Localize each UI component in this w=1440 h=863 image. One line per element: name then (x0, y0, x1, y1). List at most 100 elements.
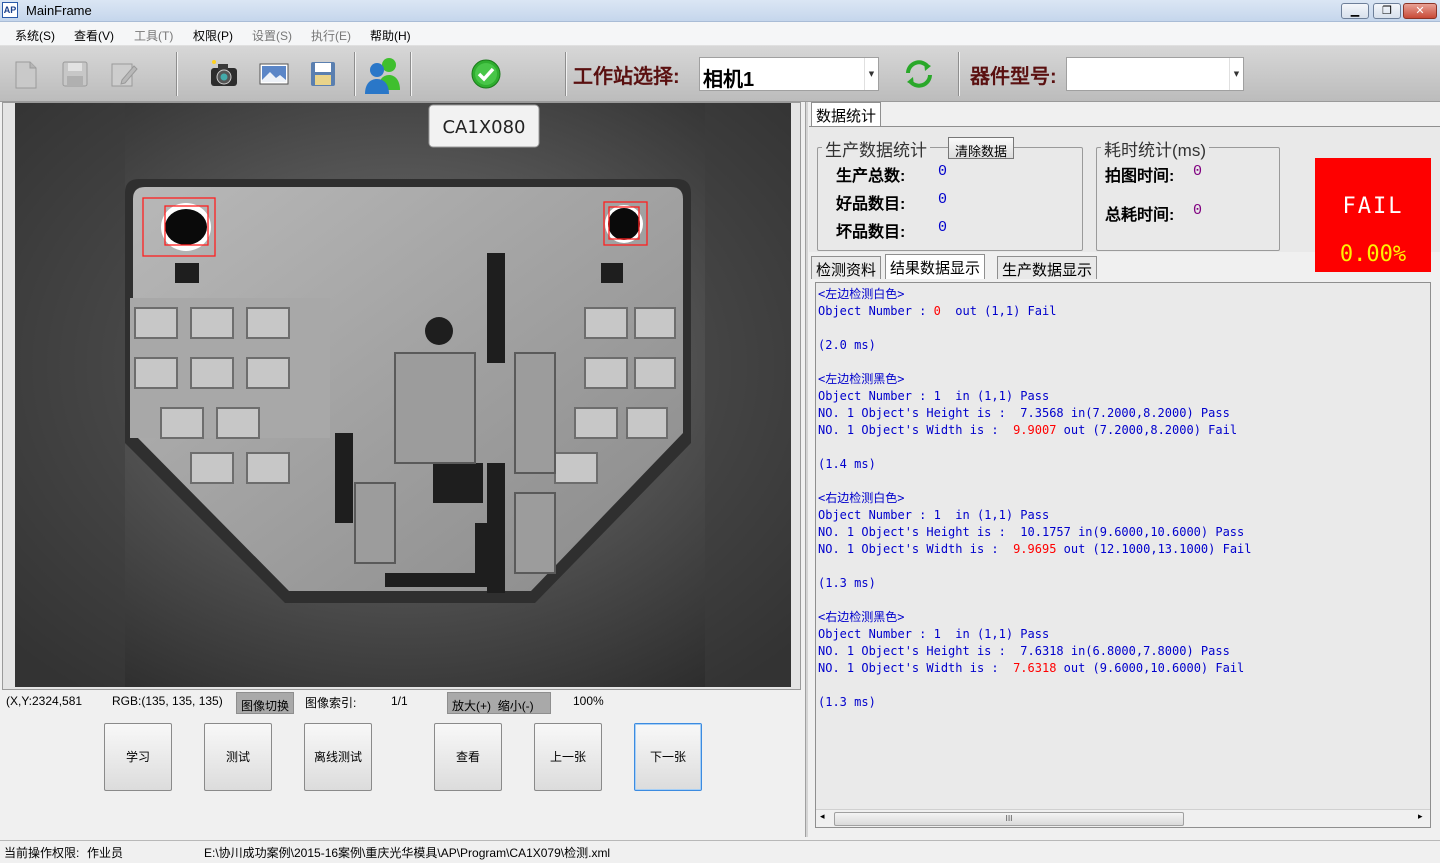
log-text: NO. 1 Object's Height is : 7.3568 in(7.2… (818, 406, 1230, 420)
log-line (818, 473, 1428, 490)
menu-tools[interactable]: 工具(T) (134, 27, 173, 44)
permission-label: 当前操作权限: (4, 846, 80, 860)
tab-inspection-data[interactable]: 检测资料 (811, 256, 882, 279)
log-line: (1.3 ms) (818, 694, 1428, 711)
inspection-image: CA1X080 (15, 103, 791, 687)
log-text: (2.0 ms) (818, 338, 876, 352)
next-image-button[interactable]: 下一张 (634, 723, 702, 791)
users-icon[interactable] (362, 54, 404, 96)
part-label: 器件型号: (970, 66, 1057, 88)
status-bar: 当前操作权限: 作业员 E:\协川成功案例\2015-16案例\重庆光华模具\A… (0, 840, 1440, 863)
log-fail-value: 7.6318 (1013, 661, 1057, 675)
log-text: NO. 1 Object's Height is : 10.1757 in(9.… (818, 525, 1245, 539)
image-icon[interactable] (258, 58, 290, 90)
log-text: (1.3 ms) (818, 576, 876, 590)
log-line: Object Number : 1 in (1,1) Pass (818, 388, 1428, 405)
coord-readout: (X,Y:2324,581 (6, 694, 83, 708)
capture-time-label: 拍图时间: (1105, 168, 1175, 185)
toolbar: 工作站选择: 相机1 ▼ 器件型号: ▼ (0, 46, 1440, 102)
total-time-label: 总耗时间: (1105, 207, 1175, 224)
save-icon[interactable] (59, 58, 91, 90)
log-line: Object Number : 1 in (1,1) Pass (818, 626, 1428, 643)
learn-button[interactable]: 学习 (104, 723, 172, 791)
log-text: <左边检测黑色> (818, 372, 905, 386)
minimize-button[interactable]: ▁ (1341, 3, 1369, 19)
log-line: <左边检测白色> (818, 286, 1428, 303)
toolbar-separator (354, 52, 356, 96)
log-text: out (1,1) Fail (940, 304, 1057, 318)
tab-production-display[interactable]: 生产数据显示 (997, 256, 1098, 279)
station-label: 工作站选择: (573, 66, 680, 88)
maximize-button[interactable]: ❐ (1373, 3, 1401, 19)
result-log-panel: <左边检测白色> Object Number : 0 out (1,1) Fail… (815, 282, 1431, 828)
chevron-down-icon[interactable]: ▼ (1229, 58, 1243, 90)
log-line: NO. 1 Object's Width is : 9.9007 out (7.… (818, 422, 1428, 439)
zoom-group: 放大(+) 缩小(-) (447, 692, 551, 714)
menu-system[interactable]: 系统(S) (15, 27, 55, 44)
log-text: Object Number : 1 in (1,1) Pass (818, 627, 1050, 641)
part-select[interactable]: ▼ (1066, 57, 1244, 91)
log-line: <左边检测黑色> (818, 371, 1428, 388)
toolbar-separator (176, 52, 178, 96)
image-viewport[interactable]: CA1X080 (15, 103, 791, 687)
log-line: <右边检测白色> (818, 490, 1428, 507)
title-bar[interactable]: AP MainFrame ▁ ❐ ✕ (0, 0, 1440, 22)
image-index-label: 图像索引: (305, 696, 357, 710)
new-doc-icon[interactable] (10, 58, 42, 90)
tab-result-display[interactable]: 结果数据显示 (885, 254, 986, 279)
edit-icon[interactable] (108, 58, 140, 90)
result-log[interactable]: <左边检测白色> Object Number : 0 out (1,1) Fail… (816, 283, 1430, 809)
scroll-right-icon[interactable]: ▸ (1418, 812, 1423, 822)
part-id-label: CA1X080 (442, 117, 525, 138)
toolbar-separator (958, 52, 960, 96)
clear-data-button[interactable]: 清除数据 (948, 137, 1015, 159)
save-image-icon[interactable] (307, 58, 339, 90)
result-indicator: FAIL 0.00% (1315, 158, 1431, 272)
log-line (818, 320, 1428, 337)
splitter[interactable] (805, 102, 808, 837)
bad-count-label: 坏品数目: (836, 224, 906, 241)
prev-image-button[interactable]: 上一张 (534, 723, 602, 791)
scrollbar-thumb[interactable]: III (834, 812, 1184, 826)
menu-execute[interactable]: 执行(E) (311, 27, 351, 44)
image-switch-button[interactable]: 图像切换 (236, 692, 295, 714)
menu-settings[interactable]: 设置(S) (252, 27, 292, 44)
menu-help[interactable]: 帮助(H) (370, 27, 411, 44)
view-button[interactable]: 查看 (434, 723, 502, 791)
log-line (818, 439, 1428, 456)
log-line: NO. 1 Object's Height is : 10.1757 in(9.… (818, 524, 1428, 541)
horizontal-scrollbar[interactable]: ◂ III ▸ (816, 809, 1430, 827)
test-button[interactable]: 测试 (204, 723, 272, 791)
total-time-value: 0 (1193, 202, 1203, 219)
menu-permission[interactable]: 权限(P) (193, 27, 233, 44)
tab-data-stats[interactable]: 数据统计 (811, 102, 882, 127)
check-icon[interactable] (470, 58, 502, 90)
log-fail-value: 9.9007 (1013, 423, 1057, 437)
log-line: Object Number : 1 in (1,1) Pass (818, 507, 1428, 524)
menu-view[interactable]: 查看(V) (74, 27, 114, 44)
log-line (818, 677, 1428, 694)
log-text: Object Number : 1 in (1,1) Pass (818, 508, 1050, 522)
toolbar-separator (410, 52, 412, 96)
scroll-left-icon[interactable]: ◂ (820, 812, 825, 822)
log-text: (1.4 ms) (818, 457, 876, 471)
right-panel: 数据统计 生产数据统计 清除数据 生产总数: 0 好品数目: 0 坏品数目: 0… (809, 102, 1440, 837)
zoom-out-button[interactable]: 缩小(-) (498, 699, 534, 713)
offline-test-button[interactable]: 离线测试 (304, 723, 372, 791)
log-text: NO. 1 Object's Width is : (818, 423, 1014, 437)
camera-icon[interactable] (208, 58, 240, 90)
stats-area: 生产数据统计 清除数据 生产总数: 0 好品数目: 0 坏品数目: 0 耗时统计… (809, 126, 1440, 272)
log-text: (1.3 ms) (818, 695, 876, 709)
close-button[interactable]: ✕ (1403, 3, 1437, 19)
log-line: NO. 1 Object's Width is : 9.9695 out (12… (818, 541, 1428, 558)
zoom-in-button[interactable]: 放大(+) (452, 699, 491, 713)
log-fail-value: 0 (933, 304, 941, 318)
refresh-icon[interactable] (903, 58, 935, 90)
chevron-down-icon[interactable]: ▼ (864, 58, 878, 90)
window-title: MainFrame (26, 3, 92, 18)
station-select[interactable]: 相机1 ▼ (699, 57, 879, 91)
